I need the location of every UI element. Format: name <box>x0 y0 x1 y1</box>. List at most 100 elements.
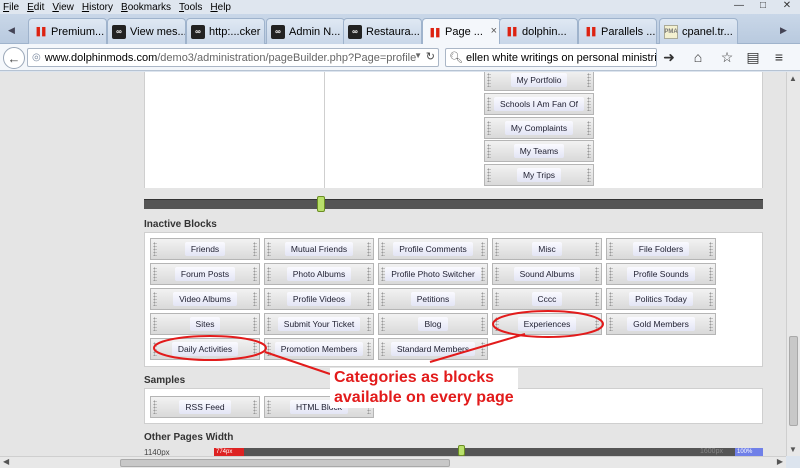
inactive-block[interactable]: Profile Comments <box>378 238 488 260</box>
block-label: Submit Your Ticket <box>277 317 361 331</box>
inactive-block[interactable]: Video Albums <box>150 288 260 310</box>
url-bar[interactable]: ◎ www.dolphinmods.com/demo3/administrati… <box>27 48 439 67</box>
browser-tab[interactable]: ∞ http:...cker <box>186 18 265 44</box>
horizontal-scroll-thumb[interactable] <box>120 459 450 467</box>
block-label: RSS Feed <box>179 400 231 414</box>
menu-item-file[interactable]: File <box>3 2 19 13</box>
browser-tab[interactable]: Premium... <box>28 18 107 44</box>
close-tab-icon[interactable]: × <box>491 25 497 37</box>
column-resize-handle[interactable] <box>317 196 325 212</box>
block-label: Profile Photo Switcher <box>385 267 481 281</box>
scroll-left-icon[interactable]: ◀ <box>3 457 9 466</box>
inactive-block[interactable]: Daily Activities <box>150 338 260 360</box>
phpmyadmin-icon: PMA <box>664 24 678 39</box>
width-max-marker: 100% <box>735 448 763 456</box>
block-label: Sound Albums <box>513 267 581 281</box>
browser-tab[interactable]: Page ... × <box>422 18 501 45</box>
menu-bar: File Edit View History Bookmarks Tools Help <box>0 0 800 14</box>
width-slider-handle[interactable] <box>458 445 465 456</box>
inactive-block[interactable]: Misc <box>492 238 602 260</box>
block-label: Politics Today <box>629 292 693 306</box>
inactive-block[interactable]: Experiences <box>492 313 602 335</box>
scroll-up-icon[interactable]: ▲ <box>789 74 797 83</box>
active-block[interactable]: My Portfolio <box>484 72 594 91</box>
inactive-block[interactable]: File Folders <box>606 238 716 260</box>
browser-tab[interactable]: ∞ Admin N... <box>266 18 345 44</box>
inactive-block[interactable]: Promotion Members <box>264 338 374 360</box>
width-min-marker: 774px <box>214 448 244 456</box>
browser-tab[interactable]: Parallels ... <box>578 18 657 44</box>
nav-bar: ← ◎ www.dolphinmods.com/demo3/administra… <box>0 44 800 71</box>
block-label: Mutual Friends <box>284 242 354 256</box>
inactive-block[interactable]: Photo Albums <box>264 263 374 285</box>
parallels-icon <box>583 25 597 39</box>
samples-title: Samples <box>144 375 186 386</box>
inactive-block[interactable]: Profile Videos <box>264 288 374 310</box>
inactive-block[interactable]: Standard Members <box>378 338 488 360</box>
active-block[interactable]: My Teams <box>484 140 594 163</box>
tabs-scroll-left-icon[interactable]: ◀ <box>8 25 15 36</box>
tab-label: Parallels ... <box>601 25 656 38</box>
tabs-scroll-right-icon[interactable]: ▶ <box>780 25 787 36</box>
reload-icon[interactable]: ↻ <box>426 50 435 63</box>
bookmarks-list-icon[interactable]: ▤ <box>744 49 762 65</box>
menu-item-help[interactable]: Help <box>210 2 231 13</box>
annotation-text: Categories as blocks available on every … <box>330 368 518 408</box>
scroll-down-icon[interactable]: ▼ <box>789 445 797 454</box>
menu-item-view[interactable]: View <box>52 2 74 13</box>
inactive-block[interactable]: Petitions <box>378 288 488 310</box>
home-icon[interactable]: ⌂ <box>689 49 707 65</box>
minimize-icon[interactable]: — <box>728 0 750 12</box>
browser-tab[interactable]: dolphin... <box>499 18 578 44</box>
globe-icon: ◎ <box>32 52 41 63</box>
active-block[interactable]: My Trips <box>484 164 594 187</box>
block-label: Photo Albums <box>286 267 352 281</box>
block-label: Schools I Am Fan Of <box>494 96 584 111</box>
url-path: /demo3/administration/pageBuilder.php?Pa… <box>157 51 417 64</box>
inactive-block[interactable]: Mutual Friends <box>264 238 374 260</box>
inactive-block[interactable]: Profile Photo Switcher <box>378 263 488 285</box>
forward-arrow-icon[interactable]: ➜ <box>660 49 678 65</box>
inactive-block[interactable]: Forum Posts <box>150 263 260 285</box>
vertical-scrollbar[interactable]: ▲ ▼ <box>786 72 800 456</box>
menu-item-edit[interactable]: Edit <box>27 2 44 13</box>
inactive-block[interactable]: Sound Albums <box>492 263 602 285</box>
block-label: File Folders <box>632 242 690 256</box>
block-label: Blog <box>418 317 448 331</box>
search-value: ellen white writings on personal ministr… <box>465 51 657 64</box>
active-block[interactable]: Schools I Am Fan Of <box>484 92 594 115</box>
chevron-down-icon[interactable]: ▼ <box>414 51 422 60</box>
block-label: My Complaints <box>504 120 574 135</box>
annotation-line-2: available on every page <box>334 389 514 406</box>
active-block[interactable]: My Complaints <box>484 116 594 139</box>
menu-item-tools[interactable]: Tools <box>179 2 202 13</box>
block-label: Friends <box>184 242 226 256</box>
inactive-block[interactable]: Blog <box>378 313 488 335</box>
inactive-block[interactable]: Friends <box>150 238 260 260</box>
inactive-block[interactable]: Profile Sounds <box>606 263 716 285</box>
close-icon[interactable]: ✕ <box>776 0 798 12</box>
inactive-block[interactable]: Sites <box>150 313 260 335</box>
browser-tab[interactable]: ∞ View mes... <box>107 18 186 44</box>
scroll-right-icon[interactable]: ▶ <box>777 457 783 466</box>
menu-item-bookmarks[interactable]: Bookmarks <box>121 2 171 13</box>
sample-block[interactable]: RSS Feed <box>150 396 260 418</box>
bookmark-star-icon[interactable]: ☆ <box>718 49 736 65</box>
maximize-icon[interactable]: □ <box>752 0 774 12</box>
inactive-block[interactable]: Gold Members <box>606 313 716 335</box>
block-label: My Teams <box>513 144 565 159</box>
browser-tab[interactable]: PMA cpanel.tr... <box>659 18 738 44</box>
search-input[interactable]: 🔍︎ ellen white writings on personal mini… <box>445 48 657 67</box>
menu-icon[interactable]: ≡ <box>770 49 788 65</box>
back-button[interactable]: ← <box>3 47 25 69</box>
inactive-block[interactable]: Submit Your Ticket <box>264 313 374 335</box>
scroll-thumb[interactable] <box>789 336 798 426</box>
menu-item-history[interactable]: History <box>82 2 113 13</box>
annotation-line-1: Categories as blocks <box>334 369 495 386</box>
browser-tab[interactable]: ∞ Restaura... <box>343 18 422 44</box>
horizontal-scrollbar[interactable]: ◀ ▶ <box>0 456 786 468</box>
inactive-block[interactable]: Politics Today <box>606 288 716 310</box>
width-slider-track[interactable] <box>214 448 763 456</box>
inactive-block[interactable]: Cccc <box>492 288 602 310</box>
inactive-blocks-title: Inactive Blocks <box>144 219 217 230</box>
